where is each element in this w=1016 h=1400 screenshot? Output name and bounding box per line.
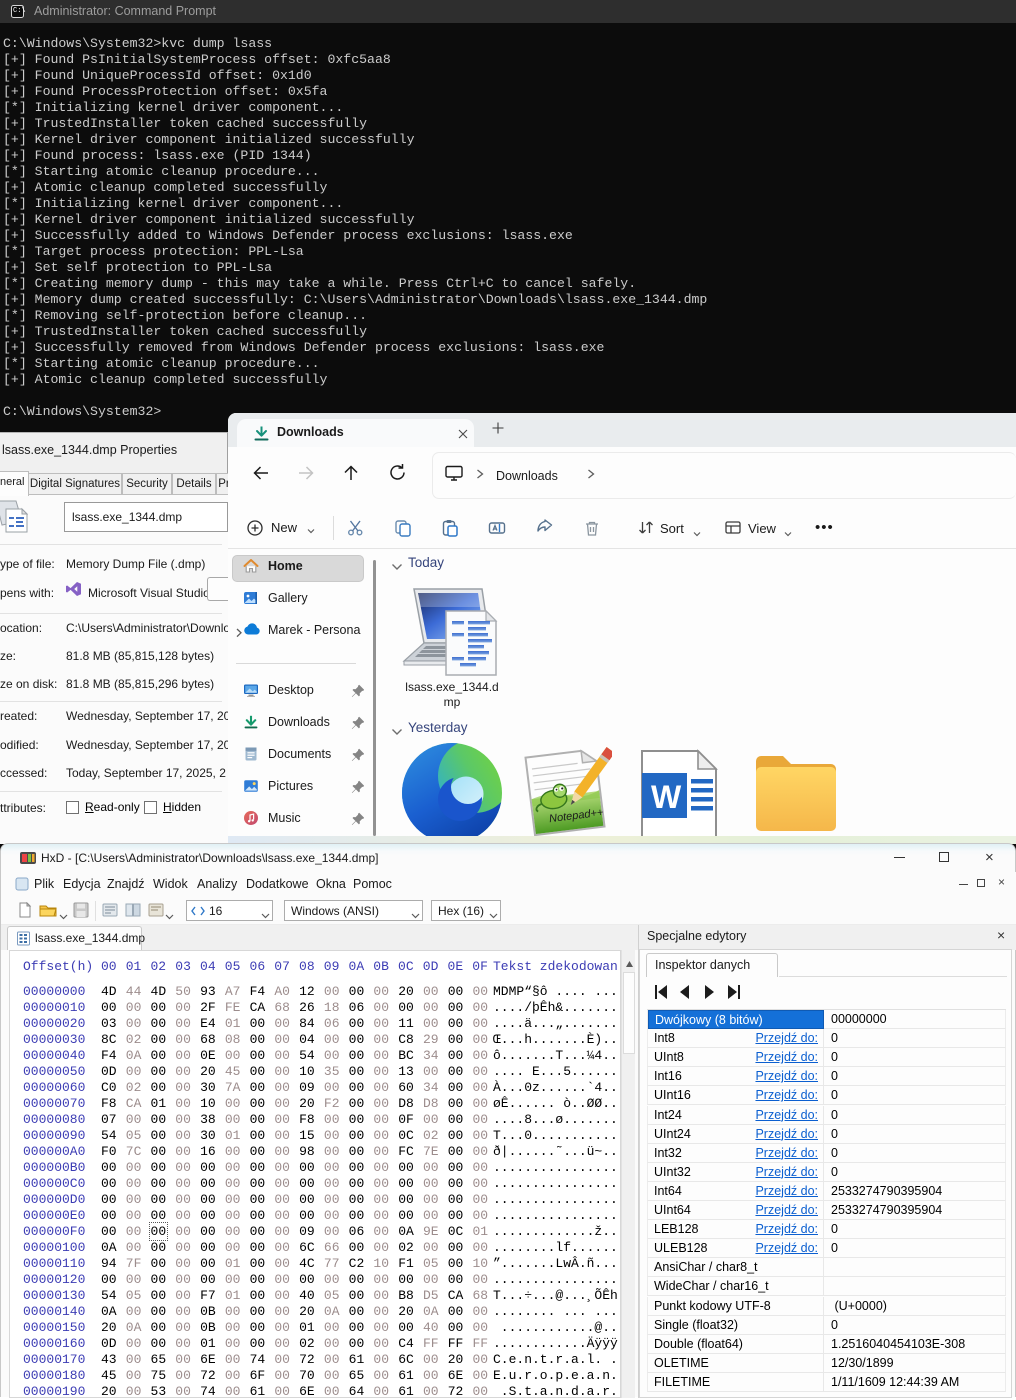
svg-text:W: W — [651, 779, 682, 815]
